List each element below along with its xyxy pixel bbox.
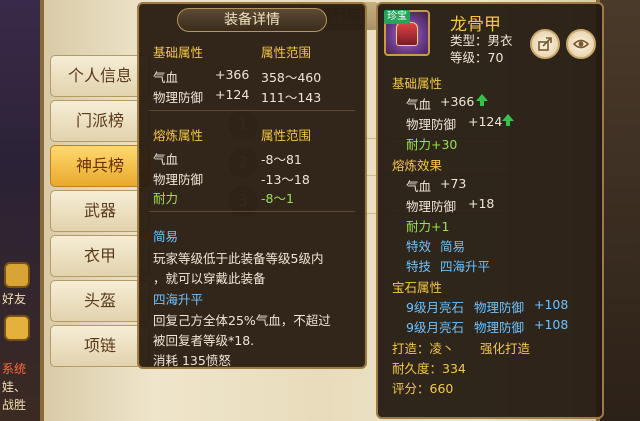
armor-item-icon: 珍宝 [384,10,430,56]
attr-value: +366 [440,94,475,109]
gem-name: 9级月亮石 [406,320,464,335]
upgrade-arrow-icon [502,114,514,126]
durability: 耐久度：334 [392,361,466,376]
refine-effect-header: 熔炼效果 [392,158,443,173]
scene-right-edge [600,0,640,421]
attr-name: 物理防御 [406,117,457,132]
refine-attr-name: 耐力 [153,191,179,206]
gem-value: +108 [534,297,569,312]
menu-item-necklace[interactable]: 项链 [50,325,150,367]
share-button[interactable] [530,29,560,59]
menu-item-weapon-rank[interactable]: 神兵榜 [50,145,150,187]
skill-description: 回复己方全体25%气血，不超过 [153,313,331,328]
refine-attr-range: -8～81 [261,152,302,167]
menu-item-weapon[interactable]: 武器 [50,190,150,232]
skill-value: 四海升平 [440,259,491,274]
menu-item-sect[interactable]: 门派榜 [50,100,150,142]
view-button[interactable] [566,29,596,59]
attr-value: +124 [468,114,503,129]
attr-range: 358～460 [261,70,322,85]
gem-value: +108 [534,317,569,332]
effect-value: 简易 [440,239,466,254]
friend-icon[interactable] [4,262,30,288]
equipment-detail-panel: 装备详情 基础属性 属性范围 气血 +366 358～460 物理防御 +124… [137,2,367,369]
side-chat-line-1: 娃、 [2,380,27,394]
treasure-tag: 珍宝 [384,10,410,24]
gem-name: 9级月亮石 [406,300,464,315]
eye-icon [573,39,589,49]
gem-attr-header: 宝石属性 [392,280,443,295]
attr-range: 111～143 [261,90,322,105]
range-header: 属性范围 [261,45,312,60]
skill-description: ，就可以穿戴此装备 [153,271,266,286]
menu-item-armor[interactable]: 衣甲 [50,235,150,277]
skill-name: 简易 [153,229,179,244]
attr-value: +366 [215,67,250,82]
side-friend-label: 好友 [2,292,27,306]
skill-label: 特技 [406,259,432,274]
attr-value: +124 [215,87,250,102]
skill-cost: 消耗 135愤怒 [153,353,231,368]
menu-item-personal[interactable]: 个人信息 [50,55,150,97]
divider [149,211,355,212]
rank-category-menu: 个人信息 门派榜 神兵榜 武器 衣甲 头盔 项链 [50,55,150,370]
refine-attr-header: 熔炼属性 [153,128,204,143]
menu-item-helmet[interactable]: 头盔 [50,280,150,322]
gem-attr: 物理防御 [474,320,525,335]
chat-icon[interactable] [4,315,30,341]
refine-attr-name: 气血 [406,179,432,194]
attr-name: 物理防御 [153,90,204,105]
forge-info: 打造：凌丶 [392,341,455,356]
side-chat-line-2: 战胜 [2,398,27,412]
divider [149,110,355,111]
refine-range-header: 属性范围 [261,128,312,143]
refine-attr-range: -13～18 [261,172,310,187]
gem-attr: 物理防御 [474,300,525,315]
refine-attr-name: 物理防御 [406,199,457,214]
upgrade-arrow-icon [476,94,488,106]
item-detail-panel: 珍宝 龙骨甲 类型：男衣 等级：70 基础属性 气血 +366 物理防御 +12… [376,2,604,419]
endurance-attr: 耐力+30 [406,137,458,152]
panel-title: 装备详情 [177,8,327,32]
refine-attr-name: 气血 [153,152,179,167]
attr-name: 气血 [153,70,179,85]
forge-link[interactable]: 强化打造 [480,338,530,357]
attr-name: 气血 [406,97,432,112]
refine-attr-value: +73 [440,176,467,191]
armor-icon [396,22,418,46]
side-system-label: 系统 [2,362,27,376]
skill-description: 玩家等级低于此装备等级5级内 [153,251,324,266]
base-attr-header: 基础属性 [153,45,204,60]
skill-name: 四海升平 [153,292,204,307]
skill-description: 被回复者等级*18. [153,333,255,348]
item-score: 评分：660 [392,381,454,396]
refine-attr-range: -8～1 [261,191,294,206]
base-attr-header: 基础属性 [392,76,443,91]
refine-attr-name: 物理防御 [153,172,204,187]
share-icon [538,37,552,51]
refine-attr-value: +18 [468,196,495,211]
refine-endurance: 耐力+1 [406,219,450,234]
effect-label: 特效 [406,239,432,254]
item-level: 等级：70 [450,50,504,65]
